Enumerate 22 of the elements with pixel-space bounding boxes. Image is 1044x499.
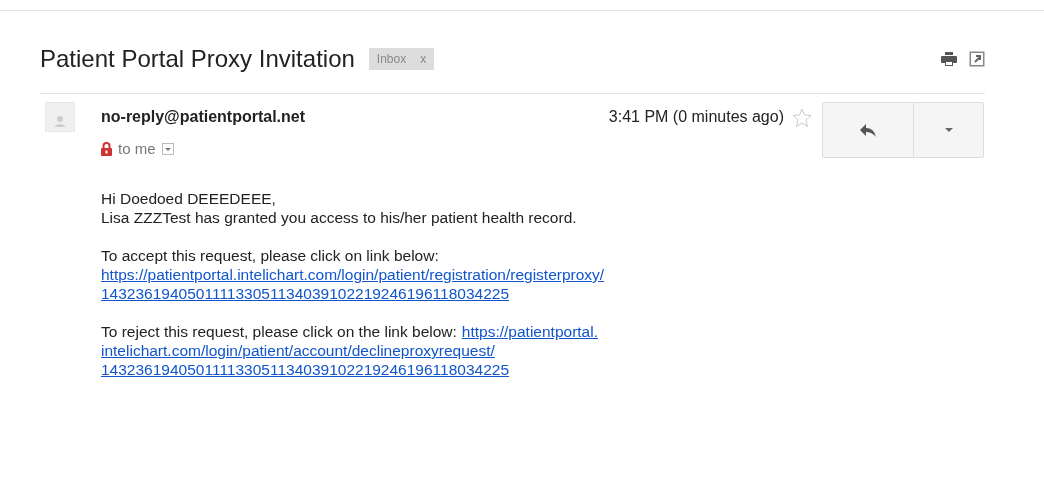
sender-name: no-reply@patientportal.net [101, 108, 306, 126]
link[interactable]: https://patientportal. [461, 322, 598, 341]
link[interactable]: https://patientportal.intelichart.com/login/patient/registration/registerproxy/ [101, 265, 605, 284]
lock-icon [101, 141, 112, 156]
subject-title: Patient Portal Proxy Invitation [40, 44, 355, 73]
caret-icon [944, 128, 953, 132]
recipient-text: to me [118, 140, 156, 157]
greeting-text: Hi Doedoed DEEEDEEE, [101, 189, 277, 208]
link[interactable]: 143236194050111133051134039102219246196118034225 [101, 360, 510, 379]
sender-avatar [45, 102, 75, 132]
star-icon[interactable] [792, 108, 812, 128]
reply-icon [860, 123, 876, 137]
label-text: Inbox [376, 51, 407, 66]
print-icon[interactable] [941, 51, 957, 66]
body-text: To reject this request, please click on the link below: [101, 322, 457, 341]
new-window-icon[interactable] [969, 50, 985, 67]
details-dropdown-icon[interactable] [161, 142, 174, 155]
body-text: To accept this request, please click on link below: [101, 246, 440, 265]
message-time: 3:41 PM (0 minutes ago) [608, 108, 784, 126]
link[interactable]: intelichart.com/login/patient/account/declineproxyrequest/ [101, 341, 495, 360]
body-text: Lisa ZZZTest has granted you access to his/her patient health record. [101, 208, 578, 227]
link[interactable]: 143236194050111133051134039102219246196118034225 [101, 284, 510, 303]
